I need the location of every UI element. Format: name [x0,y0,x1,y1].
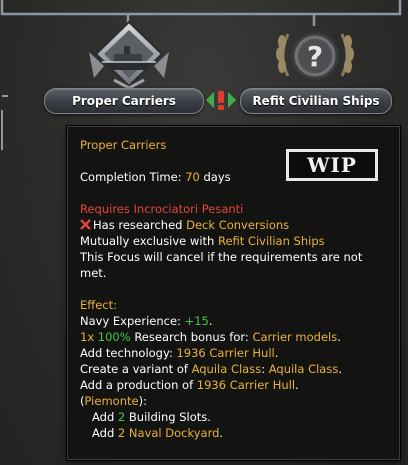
unknown-question-icon[interactable]: ? [272,20,358,92]
focus-button-refit-civilian-ships[interactable]: Refit Civilian Ships [240,88,392,114]
dockyard-value: Naval Dockyard [125,426,220,440]
effect-label: Effect: [80,298,117,312]
cancel-line-1: This Focus will cancel if the requiremen… [80,250,363,264]
exclusive-prefix: Mutually exclusive with [80,234,218,248]
state-close: ): [138,394,147,408]
variant-name: Aquila Class [268,362,339,376]
naval-dockyard-line: Add 2 Naval Dockyard. [80,425,399,441]
navy-xp-label: Navy Experience: [80,314,185,328]
tech-line: Add technology: 1936 Carrier Hull. [80,345,399,361]
wip-badge: WIP [286,149,378,181]
has-researched-value: Deck Conversions [186,218,290,232]
tech-value: 1936 Carrier Hull [176,346,275,360]
svg-text:?: ? [307,40,323,73]
navy-xp-end: . [208,314,213,328]
focus-button-proper-carriers[interactable]: Proper Carriers [44,88,204,114]
research-bonus-line: 1x 100% Research bonus for: Carrier mode… [80,329,399,345]
tech-end: . [274,346,279,360]
carrier-ship-icon[interactable] [84,18,174,90]
variant-class: Aquila Class [191,362,262,376]
mutually-exclusive-icon [204,88,238,112]
building-suffix: Building Slots. [125,410,211,424]
research-end: . [337,330,341,344]
variant-end: . [338,362,342,376]
focus-label-proper-carriers: Proper Carriers [72,94,176,108]
production-line: Add a production of 1936 Carrier Hull. [80,377,399,393]
production-end: . [295,378,299,392]
research-value: Carrier models [252,330,338,344]
cross-icon [80,219,91,230]
variant-prefix: Create a variant of [80,362,192,376]
research-pct: 100% [97,330,131,344]
research-count: 1x [80,330,98,344]
navy-xp-value: +15 [184,314,209,328]
navy-xp-line: Navy Experience: +15. [80,313,399,329]
dockyard-end: . [219,426,224,440]
state-line: (Piemonte): [80,393,399,409]
has-researched-prefix: Has researched [93,218,187,232]
variant-line: Create a variant of Aquila Class: Aquila… [80,361,399,377]
requires-line: Requires Incrociatori Pesanti [80,202,244,216]
production-value: 1936 Carrier Hull [196,378,296,392]
state-name: Piemonte [84,394,139,408]
completion-unit: days [199,170,231,184]
building-slots-line: Add 2 Building Slots. [80,409,399,425]
building-prefix: Add [92,410,118,424]
dockyard-prefix: Add [92,426,118,440]
production-prefix: Add a production of [80,378,197,392]
research-mid: Research bonus for: [130,330,253,344]
cancel-line-2: met. [80,266,107,280]
completion-label: Completion Time: [80,170,186,184]
variant-mid: : [261,362,269,376]
completion-value: 70 [185,170,200,184]
tech-prefix: Add technology: [80,346,177,360]
exclusive-value: Refit Civilian Ships [217,234,325,248]
exclusive-line: Mutually exclusive with Refit Civilian S… [80,233,399,249]
has-researched-line: Has researched Deck Conversions [80,217,399,233]
focus-label-refit-civilian-ships: Refit Civilian Ships [252,94,380,108]
